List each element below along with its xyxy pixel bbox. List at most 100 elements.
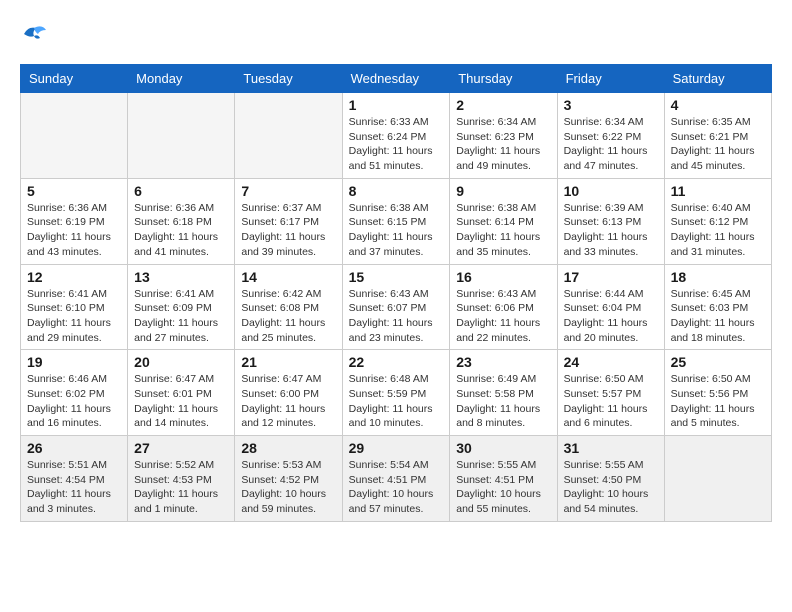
- calendar-cell: 17 Sunrise: 6:44 AMSunset: 6:04 PMDayligh…: [557, 264, 664, 350]
- weekday-header-monday: Monday: [128, 65, 235, 93]
- calendar-cell: 22 Sunrise: 6:48 AMSunset: 5:59 PMDayligh…: [342, 350, 450, 436]
- calendar-week-2: 5 Sunrise: 6:36 AMSunset: 6:19 PMDaylight…: [21, 178, 772, 264]
- calendar-cell: 27 Sunrise: 5:52 AMSunset: 4:53 PMDayligh…: [128, 436, 235, 522]
- weekday-header-saturday: Saturday: [664, 65, 771, 93]
- day-number: 6: [134, 183, 228, 199]
- day-number: 5: [27, 183, 121, 199]
- day-number: 23: [456, 354, 550, 370]
- weekday-header-thursday: Thursday: [450, 65, 557, 93]
- calendar-cell: 2Sunrise: 6:34 AMSunset: 6:23 PMDaylight…: [450, 93, 557, 179]
- day-number: 7: [241, 183, 335, 199]
- weekday-header-tuesday: Tuesday: [235, 65, 342, 93]
- day-info: Sunrise: 6:41 AMSunset: 6:10 PMDaylight:…: [27, 287, 121, 346]
- day-number: 8: [349, 183, 444, 199]
- calendar-cell: 1 Sunrise: 6:33 AMSunset: 6:24 PMDaylight…: [342, 93, 450, 179]
- calendar-cell: 5 Sunrise: 6:36 AMSunset: 6:19 PMDaylight…: [21, 178, 128, 264]
- calendar-week-3: 12Sunrise: 6:41 AMSunset: 6:10 PMDayligh…: [21, 264, 772, 350]
- day-info: Sunrise: 6:41 AMSunset: 6:09 PMDaylight:…: [134, 287, 228, 346]
- calendar-cell: 16 Sunrise: 6:43 AMSunset: 6:06 PMDayligh…: [450, 264, 557, 350]
- day-number: 3: [564, 97, 658, 113]
- calendar-cell: 26 Sunrise: 5:51 AMSunset: 4:54 PMDayligh…: [21, 436, 128, 522]
- day-info: Sunrise: 6:43 AMSunset: 6:06 PMDaylight:…: [456, 287, 550, 346]
- day-info: Sunrise: 5:55 AMSunset: 4:50 PMDaylight:…: [564, 458, 658, 517]
- day-number: 10: [564, 183, 658, 199]
- page-header: [20, 20, 772, 48]
- calendar-cell: 29Sunrise: 5:54 AMSunset: 4:51 PMDayligh…: [342, 436, 450, 522]
- calendar-cell: [664, 436, 771, 522]
- calendar-cell: 12Sunrise: 6:41 AMSunset: 6:10 PMDayligh…: [21, 264, 128, 350]
- day-number: 29: [349, 440, 444, 456]
- calendar-cell: 21Sunrise: 6:47 AMSunset: 6:00 PMDayligh…: [235, 350, 342, 436]
- day-info: Sunrise: 6:50 AMSunset: 5:56 PMDaylight:…: [671, 372, 765, 431]
- calendar-cell: 10 Sunrise: 6:39 AMSunset: 6:13 PMDayligh…: [557, 178, 664, 264]
- weekday-header-wednesday: Wednesday: [342, 65, 450, 93]
- calendar-cell: 14Sunrise: 6:42 AMSunset: 6:08 PMDayligh…: [235, 264, 342, 350]
- day-info: Sunrise: 6:34 AMSunset: 6:22 PMDaylight:…: [564, 115, 658, 174]
- calendar-cell: 7 Sunrise: 6:37 AMSunset: 6:17 PMDaylight…: [235, 178, 342, 264]
- calendar-cell: 4Sunrise: 6:35 AMSunset: 6:21 PMDaylight…: [664, 93, 771, 179]
- day-info: Sunrise: 5:51 AMSunset: 4:54 PMDaylight:…: [27, 458, 121, 517]
- day-info: Sunrise: 6:45 AMSunset: 6:03 PMDaylight:…: [671, 287, 765, 346]
- day-info: Sunrise: 6:42 AMSunset: 6:08 PMDaylight:…: [241, 287, 335, 346]
- day-number: 31: [564, 440, 658, 456]
- day-number: 22: [349, 354, 444, 370]
- day-number: 13: [134, 269, 228, 285]
- calendar-cell: 9Sunrise: 6:38 AMSunset: 6:14 PMDaylight…: [450, 178, 557, 264]
- day-info: Sunrise: 6:48 AMSunset: 5:59 PMDaylight:…: [349, 372, 444, 431]
- day-info: Sunrise: 6:49 AMSunset: 5:58 PMDaylight:…: [456, 372, 550, 431]
- day-info: Sunrise: 5:53 AMSunset: 4:52 PMDaylight:…: [241, 458, 335, 517]
- calendar-cell: 31 Sunrise: 5:55 AMSunset: 4:50 PMDayligh…: [557, 436, 664, 522]
- day-info: Sunrise: 6:43 AMSunset: 6:07 PMDaylight:…: [349, 287, 444, 346]
- calendar-week-1: 1 Sunrise: 6:33 AMSunset: 6:24 PMDaylight…: [21, 93, 772, 179]
- day-info: Sunrise: 6:39 AMSunset: 6:13 PMDaylight:…: [564, 201, 658, 260]
- day-info: Sunrise: 5:55 AMSunset: 4:51 PMDaylight:…: [456, 458, 550, 517]
- day-number: 27: [134, 440, 228, 456]
- day-info: Sunrise: 6:47 AMSunset: 6:00 PMDaylight:…: [241, 372, 335, 431]
- calendar-header-row: SundayMondayTuesdayWednesdayThursdayFrid…: [21, 65, 772, 93]
- calendar-cell: 8 Sunrise: 6:38 AMSunset: 6:15 PMDaylight…: [342, 178, 450, 264]
- day-number: 24: [564, 354, 658, 370]
- day-info: Sunrise: 6:37 AMSunset: 6:17 PMDaylight:…: [241, 201, 335, 260]
- calendar-cell: 25Sunrise: 6:50 AMSunset: 5:56 PMDayligh…: [664, 350, 771, 436]
- day-number: 17: [564, 269, 658, 285]
- day-number: 28: [241, 440, 335, 456]
- calendar-cell: 13 Sunrise: 6:41 AMSunset: 6:09 PMDayligh…: [128, 264, 235, 350]
- calendar-cell: [235, 93, 342, 179]
- logo: [20, 20, 54, 48]
- calendar-cell: 24 Sunrise: 6:50 AMSunset: 5:57 PMDayligh…: [557, 350, 664, 436]
- day-number: 11: [671, 183, 765, 199]
- day-number: 20: [134, 354, 228, 370]
- calendar-cell: 11 Sunrise: 6:40 AMSunset: 6:12 PMDayligh…: [664, 178, 771, 264]
- calendar-cell: [21, 93, 128, 179]
- day-number: 16: [456, 269, 550, 285]
- weekday-header-sunday: Sunday: [21, 65, 128, 93]
- calendar-cell: 23 Sunrise: 6:49 AMSunset: 5:58 PMDayligh…: [450, 350, 557, 436]
- calendar-week-5: 26 Sunrise: 5:51 AMSunset: 4:54 PMDayligh…: [21, 436, 772, 522]
- weekday-header-friday: Friday: [557, 65, 664, 93]
- day-info: Sunrise: 6:34 AMSunset: 6:23 PMDaylight:…: [456, 115, 550, 174]
- calendar-cell: 15 Sunrise: 6:43 AMSunset: 6:07 PMDayligh…: [342, 264, 450, 350]
- day-info: Sunrise: 6:50 AMSunset: 5:57 PMDaylight:…: [564, 372, 658, 431]
- day-number: 4: [671, 97, 765, 113]
- day-number: 30: [456, 440, 550, 456]
- day-number: 1: [349, 97, 444, 113]
- day-info: Sunrise: 6:33 AMSunset: 6:24 PMDaylight:…: [349, 115, 444, 174]
- day-number: 19: [27, 354, 121, 370]
- calendar-cell: 18 Sunrise: 6:45 AMSunset: 6:03 PMDayligh…: [664, 264, 771, 350]
- day-info: Sunrise: 6:38 AMSunset: 6:14 PMDaylight:…: [456, 201, 550, 260]
- day-info: Sunrise: 6:38 AMSunset: 6:15 PMDaylight:…: [349, 201, 444, 260]
- calendar-cell: 28 Sunrise: 5:53 AMSunset: 4:52 PMDayligh…: [235, 436, 342, 522]
- calendar-cell: 3 Sunrise: 6:34 AMSunset: 6:22 PMDaylight…: [557, 93, 664, 179]
- day-info: Sunrise: 6:47 AMSunset: 6:01 PMDaylight:…: [134, 372, 228, 431]
- day-info: Sunrise: 5:52 AMSunset: 4:53 PMDaylight:…: [134, 458, 228, 517]
- day-info: Sunrise: 6:36 AMSunset: 6:19 PMDaylight:…: [27, 201, 121, 260]
- day-info: Sunrise: 6:36 AMSunset: 6:18 PMDaylight:…: [134, 201, 228, 260]
- calendar-week-4: 19 Sunrise: 6:46 AMSunset: 6:02 PMDayligh…: [21, 350, 772, 436]
- day-info: Sunrise: 6:40 AMSunset: 6:12 PMDaylight:…: [671, 201, 765, 260]
- day-number: 18: [671, 269, 765, 285]
- day-number: 26: [27, 440, 121, 456]
- day-number: 15: [349, 269, 444, 285]
- calendar-cell: 20 Sunrise: 6:47 AMSunset: 6:01 PMDayligh…: [128, 350, 235, 436]
- day-info: Sunrise: 6:44 AMSunset: 6:04 PMDaylight:…: [564, 287, 658, 346]
- day-info: Sunrise: 6:46 AMSunset: 6:02 PMDaylight:…: [27, 372, 121, 431]
